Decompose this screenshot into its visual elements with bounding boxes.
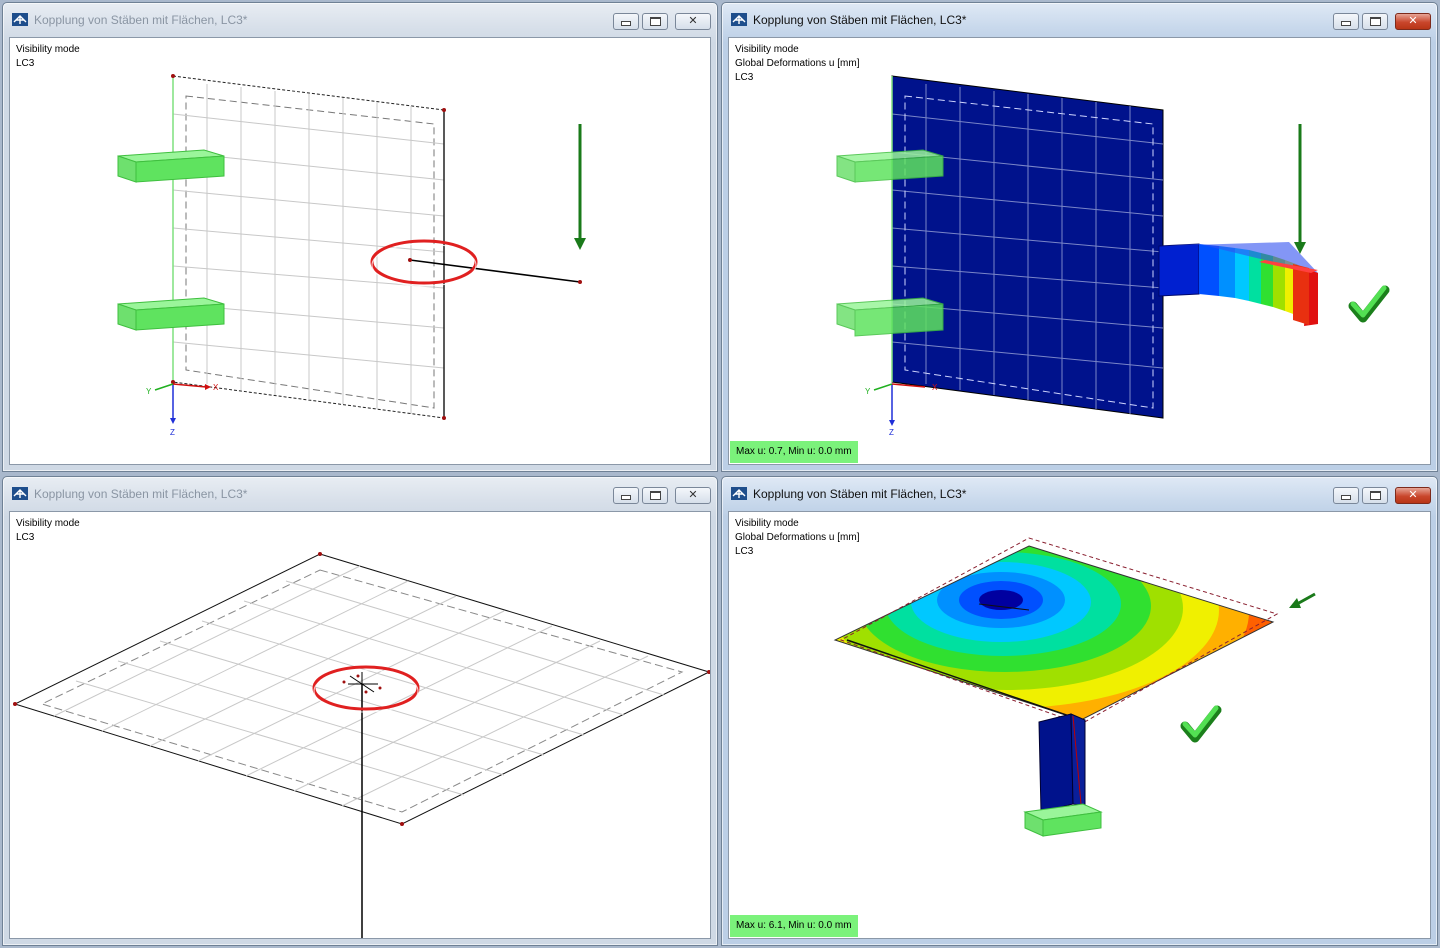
minimize-button[interactable] <box>1333 487 1359 504</box>
viewport-canvas[interactable]: Visibility mode LC3 <box>9 37 711 465</box>
maximize-icon <box>649 491 661 500</box>
close-button[interactable]: ✕ <box>675 13 711 30</box>
axis-y-label: Y <box>865 387 871 396</box>
viewport-canvas[interactable]: Visibility mode Global Deformations u [m… <box>728 37 1431 465</box>
viewport-window-top-left[interactable]: Kopplung von Stäben mit Flächen, LC3* ✕ … <box>2 2 718 472</box>
coordinate-axes: X Y Z <box>865 383 938 437</box>
maximize-button[interactable] <box>1362 13 1388 30</box>
column-deformation <box>1038 713 1086 813</box>
coordinate-axes: X Y Z <box>146 383 219 437</box>
load-arrow-icon <box>1294 124 1306 254</box>
axis-x-label: X <box>932 383 938 392</box>
title-bar[interactable]: Kopplung von Stäben mit Flächen, LC3* ✕ <box>722 477 1437 507</box>
minimize-icon <box>1341 495 1351 500</box>
slab-deformation-contour <box>833 537 1279 725</box>
minimize-button[interactable] <box>613 487 639 504</box>
rfem-app-icon <box>731 487 747 500</box>
axis-z-label: Z <box>889 428 894 437</box>
viewport-window-bottom-left[interactable]: Kopplung von Stäben mit Flächen, LC3* ✕ … <box>2 476 718 946</box>
window-title: Kopplung von Stäben mit Flächen, LC3* <box>34 13 248 27</box>
viewport-canvas[interactable]: Visibility mode Global Deformations u [m… <box>728 511 1431 939</box>
viewport-window-bottom-right[interactable]: Kopplung von Stäben mit Flächen, LC3* ✕ … <box>721 476 1438 946</box>
axis-y-label: Y <box>146 387 152 396</box>
max-min-result-label: Max u: 6.1, Min u: 0.0 mm <box>730 915 858 937</box>
close-icon: ✕ <box>1408 15 1418 27</box>
title-bar[interactable]: Kopplung von Stäben mit Flächen, LC3* ✕ <box>722 3 1437 33</box>
check-mark-icon <box>1180 705 1222 743</box>
check-mark-icon <box>1348 285 1390 323</box>
close-icon: ✕ <box>688 15 698 27</box>
minimize-button[interactable] <box>1333 13 1359 30</box>
viewport-window-top-right[interactable]: Kopplung von Stäben mit Flächen, LC3* ✕ … <box>721 2 1438 472</box>
line-support-upper <box>836 149 944 183</box>
maximize-button[interactable] <box>642 487 668 504</box>
close-button[interactable]: ✕ <box>1395 13 1431 30</box>
rfem-app-icon <box>12 13 28 26</box>
minimize-button[interactable] <box>613 13 639 30</box>
wall-surface-deformed <box>891 75 1164 419</box>
load-arrow-icon <box>574 124 586 250</box>
maximize-icon <box>649 17 661 26</box>
maximize-button[interactable] <box>1362 487 1388 504</box>
window-title: Kopplung von Stäben mit Flächen, LC3* <box>753 13 967 27</box>
minimize-icon <box>621 21 631 26</box>
close-button[interactable]: ✕ <box>675 487 711 504</box>
viewport-canvas[interactable]: Visibility mode LC3 <box>9 511 711 939</box>
rfem-app-icon <box>731 13 747 26</box>
rfem-app-icon <box>12 487 28 500</box>
line-support-upper <box>117 149 225 183</box>
close-button[interactable]: ✕ <box>1395 487 1431 504</box>
maximize-icon <box>1369 491 1381 500</box>
close-icon: ✕ <box>1408 489 1418 501</box>
minimize-icon <box>1341 21 1351 26</box>
wall-surface <box>171 74 446 420</box>
axis-x-label: X <box>213 383 219 392</box>
nodal-support <box>1023 803 1103 837</box>
title-bar[interactable]: Kopplung von Stäben mit Flächen, LC3* ✕ <box>3 3 717 33</box>
line-support-lower <box>836 297 944 337</box>
maximize-icon <box>1369 17 1381 26</box>
title-bar[interactable]: Kopplung von Stäben mit Flächen, LC3* ✕ <box>3 477 717 507</box>
member-deformation-contour <box>1158 242 1318 326</box>
window-title: Kopplung von Stäben mit Flächen, LC3* <box>34 487 248 501</box>
line-support-lower <box>117 297 225 331</box>
model-scene[interactable] <box>729 512 1431 939</box>
model-scene[interactable]: X Y Z <box>10 38 711 465</box>
model-scene[interactable]: X Y Z <box>729 38 1431 465</box>
maximize-button[interactable] <box>642 13 668 30</box>
axis-z-label: Z <box>170 428 175 437</box>
highlight-circle <box>312 665 420 711</box>
window-title: Kopplung von Stäben mit Flächen, LC3* <box>753 487 967 501</box>
load-arrow-icon <box>1289 592 1316 608</box>
close-icon: ✕ <box>688 489 698 501</box>
model-scene[interactable] <box>10 512 711 939</box>
max-min-result-label: Max u: 0.7, Min u: 0.0 mm <box>730 441 858 463</box>
minimize-icon <box>621 495 631 500</box>
